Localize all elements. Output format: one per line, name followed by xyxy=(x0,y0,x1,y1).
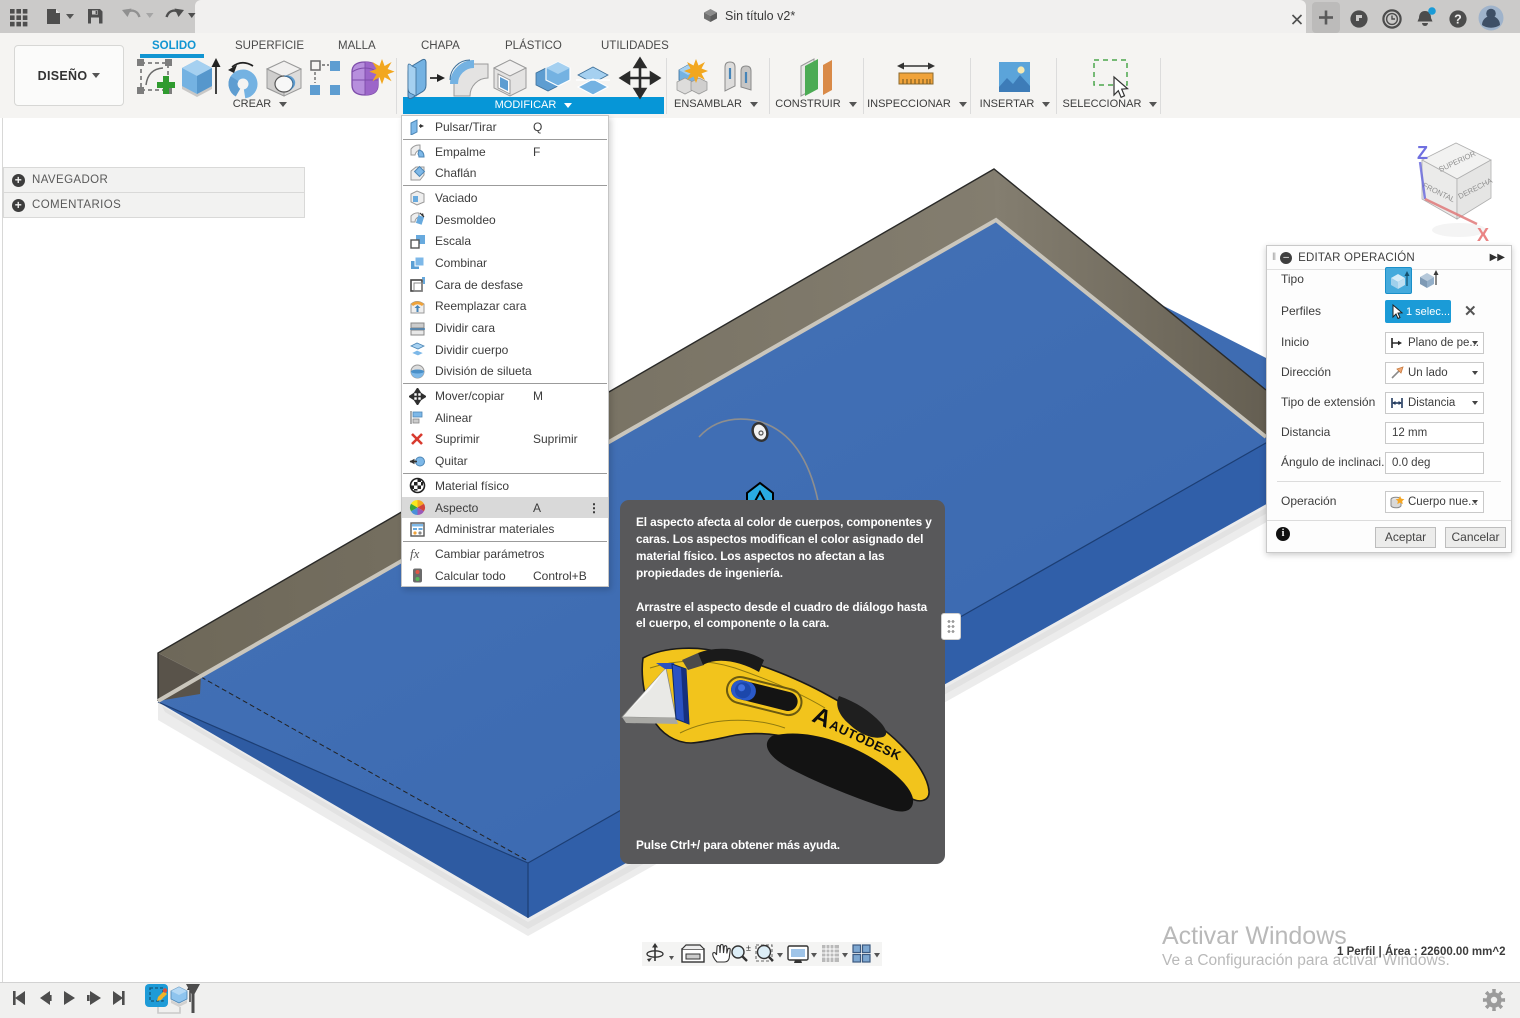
svg-text:?: ? xyxy=(1454,13,1462,27)
svg-text:X: X xyxy=(1477,225,1489,245)
svg-text:fx: fx xyxy=(410,546,420,561)
svg-text:Z: Z xyxy=(1417,143,1428,163)
svg-text:±: ± xyxy=(746,943,751,953)
